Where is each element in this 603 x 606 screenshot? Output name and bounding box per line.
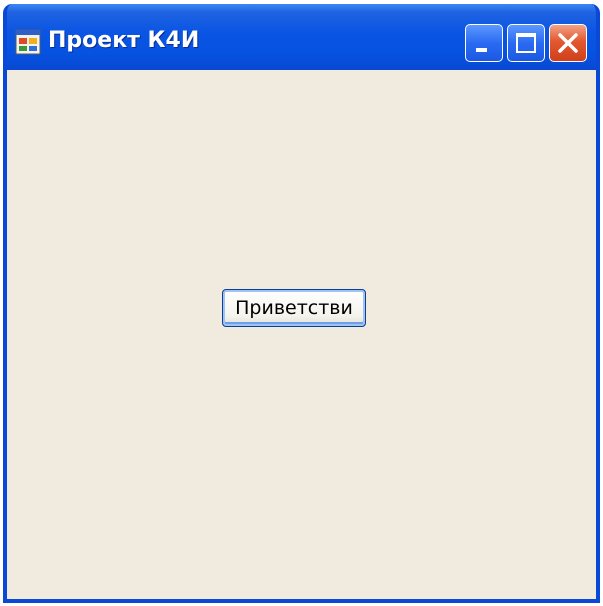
app-window-icon [15,29,41,55]
greet-button[interactable]: Приветстви [222,289,366,327]
title-bar[interactable]: Проект К4И [7,4,596,74]
maximize-button[interactable] [507,24,545,62]
form-client-area: Приветстви [7,70,596,599]
app-window: Проект К4И Приветстви [3,4,600,603]
close-button[interactable] [549,24,587,62]
minimize-icon [476,48,487,52]
maximize-icon [516,33,536,53]
window-title: Проект К4И [48,28,200,53]
close-icon [558,33,578,53]
minimize-button[interactable] [465,24,503,62]
